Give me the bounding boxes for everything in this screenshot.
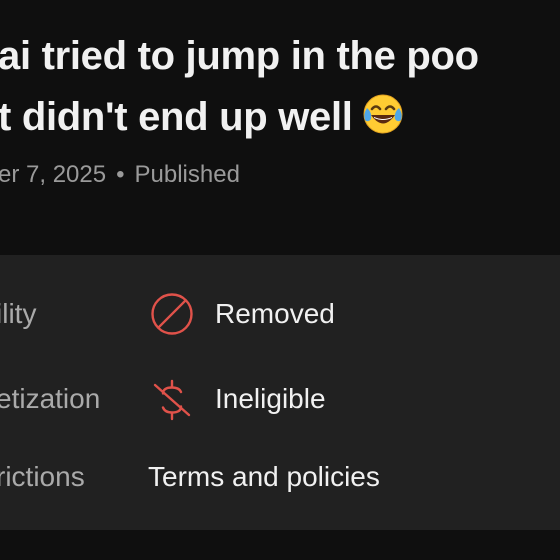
video-details-screen: ai tried to jump in the poo t didn't end… bbox=[0, 0, 560, 560]
video-title-text-1: ai tried to jump in the poo bbox=[0, 34, 479, 78]
video-title-text-2: t didn't end up well bbox=[0, 95, 353, 139]
meta-separator: • bbox=[116, 161, 125, 188]
visibility-label: ility bbox=[0, 298, 37, 329]
visibility-value[interactable]: Removed bbox=[215, 297, 335, 331]
publish-status: Published bbox=[134, 161, 240, 188]
bottom-background bbox=[0, 530, 560, 560]
restrictions-value[interactable]: Terms and policies bbox=[148, 460, 380, 494]
restrictions-label: rictions bbox=[0, 461, 85, 492]
video-title-line-2: t didn't end up well bbox=[0, 92, 405, 141]
monetization-label: etization bbox=[0, 383, 101, 414]
tears-of-joy-emoji-icon bbox=[361, 92, 405, 136]
prohibited-icon bbox=[150, 292, 194, 336]
publish-date: er 7, 2025 bbox=[0, 161, 107, 188]
no-money-icon bbox=[150, 378, 194, 422]
video-meta: er 7, 2025 • Published bbox=[0, 160, 240, 190]
video-header: ai tried to jump in the poo t didn't end… bbox=[0, 0, 560, 255]
monetization-value[interactable]: Ineligible bbox=[215, 382, 326, 416]
video-title-line-1: ai tried to jump in the poo bbox=[0, 32, 479, 80]
